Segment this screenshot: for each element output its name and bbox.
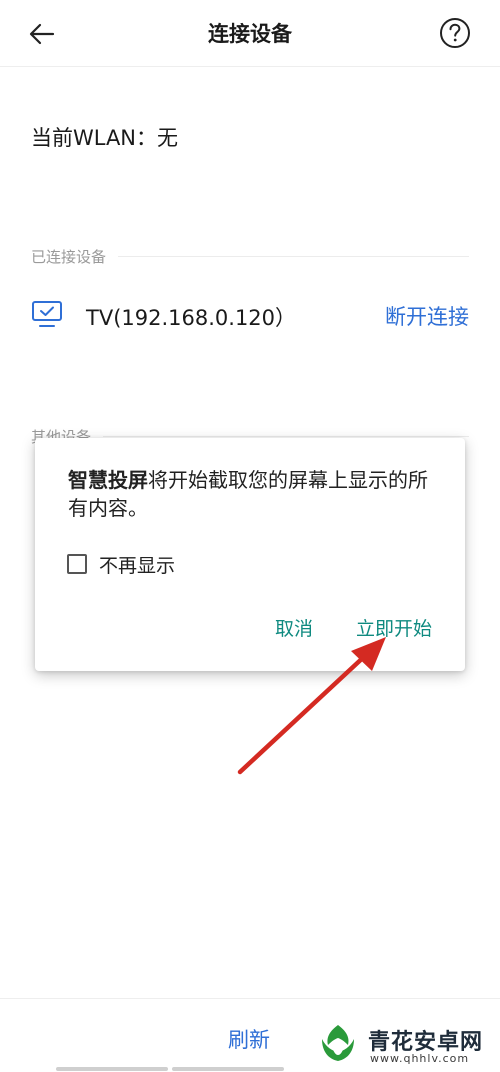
gesture-bar-right bbox=[172, 1067, 284, 1071]
monitor-check-icon bbox=[32, 301, 62, 327]
divider bbox=[103, 435, 469, 437]
disconnect-button[interactable]: 断开连接 bbox=[385, 301, 469, 331]
device-name: TV(192.168.0.120） bbox=[86, 306, 297, 330]
start-now-button[interactable]: 立即开始 bbox=[356, 614, 432, 641]
watermark: 青花安卓网 www.qhhlv.com bbox=[312, 1016, 500, 1070]
screen: 连接设备 当前WLAN：无 已连接设备 TV(192.168.0.120） 断开… bbox=[0, 0, 500, 1072]
dont-show-again-row[interactable]: 不再显示 bbox=[67, 550, 175, 578]
checkbox-label: 不再显示 bbox=[99, 554, 176, 577]
wlan-status: 当前WLAN：无 bbox=[31, 126, 179, 150]
screen-capture-dialog: 智慧投屏将开始截取您的屏幕上显示的所有内容。 不再显示 取消 立即开始 bbox=[35, 438, 465, 671]
watermark-logo-icon bbox=[313, 1018, 363, 1068]
cancel-button[interactable]: 取消 bbox=[275, 614, 313, 641]
dialog-app-name: 智慧投屏 bbox=[68, 468, 148, 492]
app-header: 连接设备 bbox=[0, 0, 500, 67]
dialog-message: 智慧投屏将开始截取您的屏幕上显示的所有内容。 bbox=[68, 466, 438, 522]
refresh-button[interactable]: 刷新 bbox=[228, 1024, 270, 1054]
section-connected-devices: 已连接设备 bbox=[31, 246, 469, 266]
section-label: 已连接设备 bbox=[31, 247, 107, 266]
gesture-bar-left bbox=[56, 1067, 168, 1071]
watermark-url: www.qhhlv.com bbox=[370, 1052, 470, 1065]
page-title: 连接设备 bbox=[208, 22, 292, 46]
dont-show-again-checkbox[interactable] bbox=[67, 554, 87, 574]
divider bbox=[118, 255, 469, 257]
question-circle-icon bbox=[440, 18, 470, 48]
connected-device-row: TV(192.168.0.120） 断开连接 bbox=[0, 292, 500, 338]
help-button[interactable] bbox=[438, 16, 472, 50]
